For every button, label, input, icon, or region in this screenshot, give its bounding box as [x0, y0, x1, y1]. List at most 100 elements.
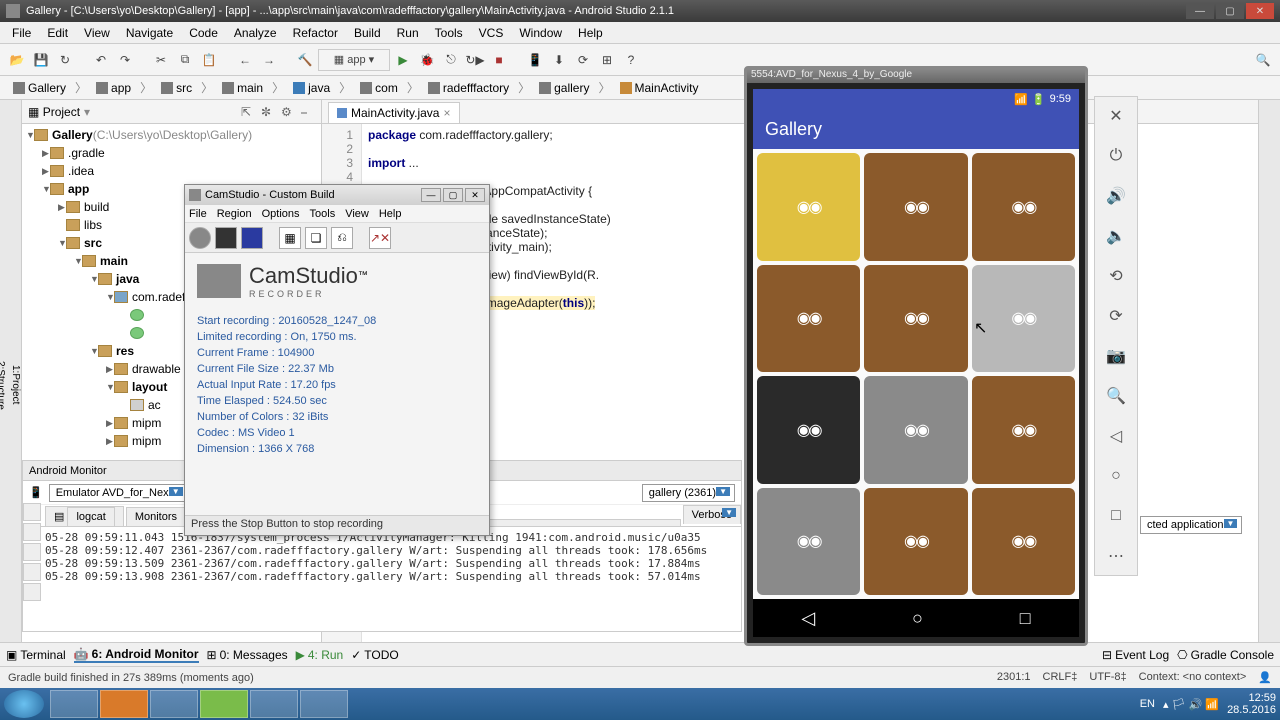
- settings-icon[interactable]: ⚙: [281, 105, 295, 119]
- volume-down-icon[interactable]: 🔈: [1103, 223, 1129, 249]
- camstudio-window[interactable]: CamStudio - Custom Build — ▢ ✕ File Regi…: [184, 184, 490, 536]
- menu-vcs[interactable]: VCS: [471, 24, 512, 42]
- hide-icon[interactable]: ⎯: [301, 105, 315, 119]
- run-config-dropdown[interactable]: ▦ app ▾: [318, 49, 390, 71]
- start-button[interactable]: [4, 690, 44, 718]
- menu-navigate[interactable]: Navigate: [118, 24, 181, 42]
- avd-icon[interactable]: 📱: [524, 49, 546, 71]
- menu-window[interactable]: Window: [511, 24, 570, 42]
- rerun-icon[interactable]: ↻▶: [464, 49, 486, 71]
- copy-icon[interactable]: ⧉: [174, 49, 196, 71]
- process-select[interactable]: gallery (2361): [642, 484, 735, 502]
- tab-terminal[interactable]: ▣ Terminal: [6, 648, 66, 662]
- task-androidstudio[interactable]: [200, 690, 248, 718]
- tab-eventlog[interactable]: ⊟ Event Log: [1102, 648, 1169, 662]
- task-firefox[interactable]: [100, 690, 148, 718]
- device-select[interactable]: Emulator AVD_for_Nex: [49, 484, 188, 502]
- rotate-left-icon[interactable]: ⟲: [1103, 263, 1129, 289]
- maximize-button[interactable]: ▢: [1216, 3, 1244, 19]
- tray-time[interactable]: 12:59: [1227, 692, 1276, 704]
- home-btn-icon[interactable]: ○: [1103, 463, 1129, 489]
- gear-icon[interactable]: ✼: [261, 105, 275, 119]
- attach-icon[interactable]: ⎋: [440, 49, 462, 71]
- bc-main[interactable]: main: [215, 78, 270, 98]
- task-notepad[interactable]: [150, 690, 198, 718]
- gallery-item[interactable]: [972, 153, 1075, 261]
- rotate-right-icon[interactable]: ⟳: [1103, 303, 1129, 329]
- menu-edit[interactable]: Edit: [39, 24, 76, 42]
- run-icon[interactable]: ▶: [392, 49, 414, 71]
- scroll-end-icon[interactable]: [23, 523, 41, 541]
- left-tool-rail[interactable]: 1:Project2:StructureCaptures: [0, 100, 22, 664]
- nav-back-icon[interactable]: ◁: [801, 608, 815, 629]
- undo-icon[interactable]: ↶: [90, 49, 112, 71]
- filter-config-select[interactable]: cted application: [1140, 516, 1242, 534]
- exit-icon[interactable]: ↗✕: [369, 227, 391, 249]
- gallery-item[interactable]: [972, 265, 1075, 373]
- gallery-item[interactable]: [757, 376, 860, 484]
- back-btn-icon[interactable]: ◁: [1103, 423, 1129, 449]
- power-icon[interactable]: ⏻: [1103, 143, 1129, 169]
- pause-icon[interactable]: [215, 227, 237, 249]
- tree-row[interactable]: ▶.gradle: [22, 144, 321, 162]
- cam-menu-tools[interactable]: Tools: [310, 208, 336, 220]
- task-camstudio[interactable]: [300, 690, 348, 718]
- cam-menu-file[interactable]: File: [189, 208, 207, 220]
- menu-file[interactable]: File: [4, 24, 39, 42]
- sync-icon[interactable]: ⟳: [572, 49, 594, 71]
- camstudio-minimize[interactable]: —: [421, 188, 441, 202]
- forward-icon[interactable]: →: [258, 49, 280, 71]
- sdk-icon[interactable]: ⬇: [548, 49, 570, 71]
- more-icon[interactable]: ⋯: [1103, 543, 1129, 569]
- bc-gallery2[interactable]: gallery: [532, 78, 596, 98]
- tray-date[interactable]: 28.5.2016: [1227, 704, 1276, 716]
- menu-run[interactable]: Run: [389, 24, 427, 42]
- soft-wrap-icon[interactable]: [23, 543, 41, 561]
- loglevel-select[interactable]: Verbose: [683, 505, 741, 524]
- log-output[interactable]: 05-28 09:59:11.043 1516-1837/system_proc…: [23, 527, 741, 631]
- tab-android-monitor[interactable]: 🤖 6: Android Monitor: [74, 647, 199, 663]
- menu-code[interactable]: Code: [181, 24, 226, 42]
- tab-monitors[interactable]: Monitors: [126, 507, 186, 526]
- tree-row[interactable]: ▶.idea: [22, 162, 321, 180]
- collapse-icon[interactable]: ⇱: [241, 105, 255, 119]
- camstudio-maximize[interactable]: ▢: [443, 188, 463, 202]
- menu-view[interactable]: View: [76, 24, 118, 42]
- camstudio-close[interactable]: ✕: [465, 188, 485, 202]
- menu-help[interactable]: Help: [570, 24, 611, 42]
- menu-build[interactable]: Build: [346, 24, 389, 42]
- stop-button[interactable]: [241, 227, 263, 249]
- volume-up-icon[interactable]: 🔊: [1103, 183, 1129, 209]
- bc-com[interactable]: com: [353, 78, 405, 98]
- gallery-item[interactable]: [757, 488, 860, 596]
- cut-icon[interactable]: ✂: [150, 49, 172, 71]
- cam-menu-help[interactable]: Help: [379, 208, 402, 220]
- help-log-icon[interactable]: [23, 583, 41, 601]
- lang-indicator[interactable]: EN: [1140, 698, 1155, 710]
- bc-app[interactable]: app: [89, 78, 138, 98]
- debug-icon[interactable]: 🐞: [416, 49, 438, 71]
- man-icon[interactable]: 👤: [1258, 671, 1272, 684]
- close-tab-icon[interactable]: ×: [443, 106, 450, 120]
- swf-icon[interactable]: ⎌: [331, 227, 353, 249]
- right-tool-rail[interactable]: [1258, 100, 1280, 664]
- gallery-item[interactable]: [757, 265, 860, 373]
- save-icon[interactable]: 💾: [30, 49, 52, 71]
- cam-menu-region[interactable]: Region: [217, 208, 252, 220]
- editor-tab-mainactivity[interactable]: MainActivity.java ×: [328, 102, 460, 123]
- restart-icon[interactable]: [23, 563, 41, 581]
- tree-row[interactable]: ▼Gallery (C:\Users\yo\Desktop\Gallery): [22, 126, 321, 144]
- gallery-item[interactable]: [864, 488, 967, 596]
- menu-refactor[interactable]: Refactor: [285, 24, 346, 42]
- gallery-item[interactable]: [757, 153, 860, 261]
- refresh-icon[interactable]: ↻: [54, 49, 76, 71]
- bc-radeff[interactable]: radefffactory: [421, 78, 516, 98]
- annotation-icon[interactable]: ❏: [305, 227, 327, 249]
- encoding[interactable]: UTF-8‡: [1089, 671, 1126, 684]
- help-icon[interactable]: ?: [620, 49, 642, 71]
- bc-gallery[interactable]: Gallery: [6, 78, 73, 98]
- stop-icon[interactable]: ■: [488, 49, 510, 71]
- gallery-item[interactable]: [864, 376, 967, 484]
- task-emulator[interactable]: [250, 690, 298, 718]
- build-icon[interactable]: 🔨: [294, 49, 316, 71]
